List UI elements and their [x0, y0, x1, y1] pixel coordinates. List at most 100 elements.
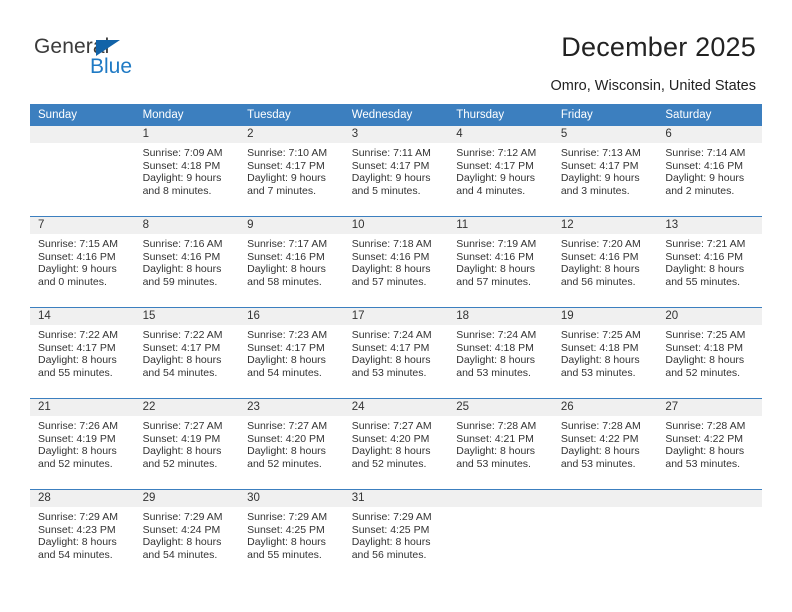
calendar-day[interactable]: 22 Sunrise: 7:27 AM Sunset: 4:19 PM Dayligh…: [134, 399, 240, 489]
calendar-day[interactable]: 18 Sunrise: 7:24 AM Sunset: 4:18 PM Dayligh…: [448, 308, 553, 398]
calendar-day[interactable]: 27 Sunrise: 7:28 AM Sunset: 4:22 PM Dayligh…: [657, 399, 762, 489]
page-title: December 2025: [561, 32, 756, 62]
calendar-day[interactable]: 8 Sunrise: 7:16 AM Sunset: 4:16 PM Daylight…: [134, 217, 240, 307]
brand-logo[interactable]: General Blue: [34, 36, 164, 82]
calendar-cell: 2 Sunrise: 7:10 AM Sunset: 4:17 PM Daylight…: [239, 126, 344, 217]
calendar-day[interactable]: 1 Sunrise: 7:09 AM Sunset: 4:18 PM Daylight…: [134, 126, 240, 216]
calendar-day[interactable]: 29 Sunrise: 7:29 AM Sunset: 4:24 PM Dayligh…: [134, 490, 240, 580]
calendar-day[interactable]: 4 Sunrise: 7:12 AM Sunset: 4:17 PM Daylight…: [448, 126, 553, 216]
calendar-day[interactable]: 2 Sunrise: 7:10 AM Sunset: 4:17 PM Daylight…: [239, 126, 344, 216]
sunset-text: Sunset: 4:25 PM: [247, 523, 325, 536]
sunset-text: Sunset: 4:16 PM: [560, 250, 639, 263]
calendar-cell: 23 Sunrise: 7:27 AM Sunset: 4:20 PM Dayligh…: [239, 398, 344, 490]
daylight-text-line2: and 59 minutes.: [142, 275, 218, 288]
day-number: 21: [30, 399, 135, 416]
sunset-text: Sunset: 4:25 PM: [351, 523, 430, 536]
daylight-text-line1: Daylight: 8 hours: [247, 445, 326, 458]
calendar-day[interactable]: 7 Sunrise: 7:15 AM Sunset: 4:16 PM Daylight…: [30, 217, 135, 307]
calendar-day[interactable]: 30 Sunrise: 7:29 AM Sunset: 4:25 PM Dayligh…: [239, 490, 344, 580]
calendar-day[interactable]: 31 Sunrise: 7:29 AM Sunset: 4:25 PM Dayligh…: [343, 490, 449, 580]
daylight-text-line1: Daylight: 8 hours: [38, 445, 117, 458]
daylight-text-line1: Daylight: 9 hours: [351, 172, 431, 185]
day-number: 13: [657, 217, 762, 234]
daylight-text-line1: Daylight: 8 hours: [247, 536, 326, 549]
calendar-day[interactable]: 6 Sunrise: 7:14 AM Sunset: 4:16 PM Daylight…: [657, 126, 762, 216]
daylight-text-line2: and 57 minutes.: [456, 275, 531, 288]
calendar-day[interactable]: 11 Sunrise: 7:19 AM Sunset: 4:16 PM Dayligh…: [448, 217, 553, 307]
calendar-day[interactable]: 21 Sunrise: 7:26 AM Sunset: 4:19 PM Dayligh…: [30, 399, 135, 489]
daylight-text-line2: and 53 minutes.: [560, 366, 636, 379]
daylight-text-line1: Daylight: 8 hours: [351, 536, 431, 549]
calendar-day[interactable]: 24 Sunrise: 7:27 AM Sunset: 4:20 PM Dayligh…: [343, 399, 449, 489]
calendar-day[interactable]: 12 Sunrise: 7:20 AM Sunset: 4:16 PM Dayligh…: [552, 217, 658, 307]
daylight-text-line1: Daylight: 8 hours: [142, 445, 222, 458]
calendar-day[interactable]: 20 Sunrise: 7:25 AM Sunset: 4:18 PM Dayligh…: [657, 308, 762, 398]
calendar-day[interactable]: 16 Sunrise: 7:23 AM Sunset: 4:17 PM Dayligh…: [239, 308, 344, 398]
calendar-cell: 3 Sunrise: 7:11 AM Sunset: 4:17 PM Daylight…: [343, 126, 449, 217]
calendar-cell: 31 Sunrise: 7:29 AM Sunset: 4:25 PM Dayligh…: [343, 489, 449, 580]
daylight-text-line2: and 58 minutes.: [247, 275, 322, 288]
daylight-text-line2: and 55 minutes.: [665, 275, 741, 288]
calendar-day[interactable]: 15 Sunrise: 7:22 AM Sunset: 4:17 PM Dayligh…: [134, 308, 240, 398]
calendar-day[interactable]: 26 Sunrise: 7:28 AM Sunset: 4:22 PM Dayligh…: [552, 399, 658, 489]
sunset-text: Sunset: 4:17 PM: [351, 159, 430, 172]
calendar-day[interactable]: 23 Sunrise: 7:27 AM Sunset: 4:20 PM Dayligh…: [239, 399, 344, 489]
day-details: Sunrise: 7:22 AM Sunset: 4:17 PM Daylight:…: [30, 325, 135, 379]
daylight-text-line2: and 52 minutes.: [665, 366, 741, 379]
calendar-day[interactable]: 13 Sunrise: 7:21 AM Sunset: 4:16 PM Dayligh…: [657, 217, 762, 307]
calendar-day[interactable]: 5 Sunrise: 7:13 AM Sunset: 4:17 PM Daylight…: [552, 126, 658, 216]
calendar-day[interactable]: 3 Sunrise: 7:11 AM Sunset: 4:17 PM Daylight…: [343, 126, 449, 216]
day-number: [30, 126, 135, 143]
day-details: Sunrise: 7:28 AM Sunset: 4:22 PM Daylight:…: [657, 416, 762, 470]
calendar-day[interactable]: 14 Sunrise: 7:22 AM Sunset: 4:17 PM Dayligh…: [30, 308, 135, 398]
calendar-cell: 8 Sunrise: 7:16 AM Sunset: 4:16 PM Daylight…: [134, 216, 240, 308]
page-header: General Blue December 2025 Omro, Wiscons…: [0, 0, 792, 100]
calendar-day[interactable]: 25 Sunrise: 7:28 AM Sunset: 4:21 PM Dayligh…: [448, 399, 553, 489]
calendar-cell: 20 Sunrise: 7:25 AM Sunset: 4:18 PM Dayligh…: [657, 307, 762, 399]
day-details: Sunrise: 7:29 AM Sunset: 4:25 PM Daylight:…: [239, 507, 344, 561]
daylight-text-line2: and 53 minutes.: [351, 366, 427, 379]
sunrise-text: Sunrise: 7:29 AM: [351, 511, 432, 523]
sunrise-text: Sunrise: 7:17 AM: [247, 238, 328, 250]
calendar-day[interactable]: 28 Sunrise: 7:29 AM Sunset: 4:23 PM Dayligh…: [30, 490, 135, 580]
daylight-text-line2: and 54 minutes.: [247, 366, 322, 379]
calendar-day-empty: [30, 126, 135, 216]
daylight-text-line1: Daylight: 8 hours: [456, 445, 536, 458]
daylight-text-line2: and 7 minutes.: [247, 184, 317, 197]
calendar-header-row: Sunday Monday Tuesday Wednesday Thursday Frid…: [30, 104, 762, 126]
daylight-text-line2: and 57 minutes.: [351, 275, 427, 288]
sunrise-text: Sunrise: 7:21 AM: [665, 238, 746, 250]
daylight-text-line2: and 56 minutes.: [560, 275, 636, 288]
sunset-text: Sunset: 4:16 PM: [665, 159, 744, 172]
weekday-header-friday: Friday: [552, 104, 658, 126]
daylight-text-line2: and 53 minutes.: [560, 457, 636, 470]
sunset-text: Sunset: 4:18 PM: [560, 341, 639, 354]
sunset-text: Sunset: 4:17 PM: [560, 159, 639, 172]
calendar-day[interactable]: 19 Sunrise: 7:25 AM Sunset: 4:18 PM Dayligh…: [552, 308, 658, 398]
calendar-week-row: 7 Sunrise: 7:15 AM Sunset: 4:16 PM Daylight…: [30, 216, 762, 308]
calendar-day-empty: [657, 490, 762, 580]
sunset-text: Sunset: 4:17 PM: [142, 341, 221, 354]
sunset-text: Sunset: 4:17 PM: [247, 159, 325, 172]
calendar-cell: 16 Sunrise: 7:23 AM Sunset: 4:17 PM Dayligh…: [239, 307, 344, 399]
daylight-text-line1: Daylight: 8 hours: [665, 354, 745, 367]
daylight-text-line2: and 53 minutes.: [456, 366, 531, 379]
day-number: 29: [134, 490, 240, 507]
daylight-text-line1: Daylight: 9 hours: [142, 172, 222, 185]
sunrise-text: Sunrise: 7:26 AM: [38, 420, 118, 432]
day-number: 31: [343, 490, 449, 507]
calendar-day[interactable]: 17 Sunrise: 7:24 AM Sunset: 4:17 PM Dayligh…: [343, 308, 449, 398]
calendar-cell: 9 Sunrise: 7:17 AM Sunset: 4:16 PM Daylight…: [239, 216, 344, 308]
day-number: 7: [30, 217, 135, 234]
calendar-cell: 11 Sunrise: 7:19 AM Sunset: 4:16 PM Dayligh…: [448, 216, 553, 308]
daylight-text-line1: Daylight: 9 hours: [560, 172, 640, 185]
day-number: 4: [448, 126, 553, 143]
calendar-day[interactable]: 10 Sunrise: 7:18 AM Sunset: 4:16 PM Dayligh…: [343, 217, 449, 307]
daylight-text-line2: and 55 minutes.: [247, 548, 322, 561]
day-number: [552, 490, 658, 507]
calendar-cell: 18 Sunrise: 7:24 AM Sunset: 4:18 PM Dayligh…: [448, 307, 553, 399]
day-number: 20: [657, 308, 762, 325]
daylight-text-line2: and 53 minutes.: [665, 457, 741, 470]
day-number: 15: [134, 308, 240, 325]
calendar-day[interactable]: 9 Sunrise: 7:17 AM Sunset: 4:16 PM Daylight…: [239, 217, 344, 307]
